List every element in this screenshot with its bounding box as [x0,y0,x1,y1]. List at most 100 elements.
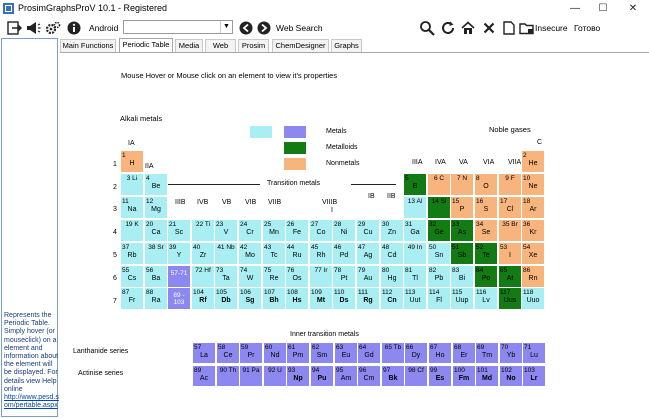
element-cell-sn[interactable]: 50 Sn [427,242,451,265]
info-icon[interactable] [66,20,82,36]
element-cell-bi[interactable]: 83 Bi [450,265,474,288]
element-cell-as[interactable]: 33 As [450,219,474,242]
element-cell-sc[interactable]: 21 Sc [167,219,191,242]
element-cell-os[interactable]: 76 Os [285,265,309,288]
element-cell-ar[interactable]: 18 Ar [521,196,545,219]
insecure-label[interactable]: Insecure [535,23,568,33]
element-cell-nb[interactable]: 41 Nb [214,242,238,265]
element-cell-zn[interactable]: 30 Zn [380,219,404,242]
element-cell-db[interactable]: 105 Db [214,287,238,310]
element-cell-pt[interactable]: 78 Pt [332,265,356,288]
refresh-icon[interactable] [440,20,456,36]
element-cell-i[interactable]: 53 I [498,242,522,265]
element-cell-fe[interactable]: 26 Fe [285,219,309,242]
element-cell-ni[interactable]: 28 Ni [332,219,356,242]
element-cell-mt[interactable]: 109 Mt [309,287,333,310]
stop-icon[interactable] [481,20,497,36]
element-cell-sg[interactable]: 106 Sg [238,287,262,310]
element-cell-al[interactable]: 13 Al [403,196,427,219]
element-cell-v[interactable]: 23 V [214,219,238,242]
element-cell-au[interactable]: 79 Au [356,265,380,288]
element-cell-er[interactable]: 68 Er [452,342,476,364]
element-cell-nd[interactable]: 60 Nd [263,342,287,364]
element-cell-ag[interactable]: 47 Ag [356,242,380,265]
tab-periodic-table[interactable]: Periodic Table [119,38,173,52]
element-cell-na[interactable]: 11 Na [120,196,144,219]
element-cell-es[interactable]: 99 Es [428,365,452,387]
element-cell-be[interactable]: 4 Be [144,173,168,196]
element-cell-lr[interactable]: 103 Lr [522,365,546,387]
element-cell-b[interactable]: 5B [403,173,427,196]
tab-web[interactable]: Web [205,39,236,52]
element-cell-cn[interactable]: 112 Cn [380,287,404,310]
element-cell-pu[interactable]: 94 Pu [310,365,334,387]
back-arrow-icon[interactable] [238,20,254,36]
search-icon[interactable] [419,20,435,36]
element-cell-cf[interactable]: 98 Cf [404,365,428,387]
element-cell-s[interactable]: 16 S [474,196,498,219]
element-cell-ne[interactable]: 10 Ne [521,173,545,196]
element-cell-mo[interactable]: 42 Mo [238,242,262,265]
sidebar-help-link[interactable]: http://www.pesd.s om/pertable.aspx [4,394,59,409]
element-cell-c[interactable]: 6 C [427,173,451,196]
web-search-label[interactable]: Web Search [276,23,323,33]
tab-chemdesigner[interactable]: ChemDesigner [272,39,329,52]
element-cell-hg[interactable]: 80 Hg [380,265,404,288]
element-cell-ac[interactable]: 89 Ac [192,365,216,387]
element-cell-uuo[interactable]: 118 Uuo [521,287,545,310]
close-window-button[interactable]: ✕ [619,0,647,18]
exit-icon[interactable] [6,20,22,36]
tab-graphs[interactable]: Graphs [331,39,362,52]
url-combo-box[interactable]: ▼ [123,20,233,34]
element-cell-cd[interactable]: 48 Cd [380,242,404,265]
document-icon[interactable] [501,20,517,36]
element-cell-89-103[interactable]: 89 - 103 [167,287,191,310]
element-cell-zr[interactable]: 40 Zr [191,242,215,265]
element-cell-gd[interactable]: 64 Gd [357,342,381,364]
element-cell-ir[interactable]: 77 Ir [309,265,333,288]
element-cell-np[interactable]: 93 Np [286,365,310,387]
element-cell-uup[interactable]: 115 Uup [450,287,474,310]
element-cell-md[interactable]: 101 Md [475,365,499,387]
element-cell-rg[interactable]: 111 Rg [356,287,380,310]
element-cell-f[interactable]: 9 F [498,173,522,196]
element-cell-li[interactable]: 3 Li [120,173,144,196]
element-cell-ga[interactable]: 31 Ga [403,219,427,242]
element-cell-ba[interactable]: 56 Ba [144,265,168,288]
element-cell-ds[interactable]: 110 Ds [332,287,356,310]
minimize-button[interactable]: — [561,0,589,18]
element-cell-tc[interactable]: 43 Tc [262,242,286,265]
element-cell-tl[interactable]: 81 Tl [403,265,427,288]
settings-gears-icon[interactable] [45,20,61,36]
element-cell-te[interactable]: 52 Te [474,242,498,265]
tab-main-functions[interactable]: Main Functions [60,39,116,52]
element-cell-po[interactable]: 84 Po [474,265,498,288]
element-cell-si[interactable]: 14 Si [427,196,451,219]
element-cell-p[interactable]: 15 P [450,196,474,219]
maximize-button[interactable]: ☐ [589,0,617,18]
element-cell-br[interactable]: 35 Br [498,219,522,242]
element-cell-rn[interactable]: 86 Rn [521,265,545,288]
forward-arrow-icon[interactable] [256,20,272,36]
element-cell-ta[interactable]: 73 Ta [214,265,238,288]
megaphone-icon[interactable] [25,20,41,36]
element-cell-ca[interactable]: 20 Ca [144,219,168,242]
element-cell-th[interactable]: 90 Th [216,365,240,387]
element-cell-sr[interactable]: 38 Sr [144,242,168,265]
element-cell-pb[interactable]: 82 Pb [427,265,451,288]
element-cell-rf[interactable]: 104 Rf [191,287,215,310]
home-icon[interactable] [460,20,476,36]
element-cell-cm[interactable]: 96 Cm [357,365,381,387]
element-cell-rb[interactable]: 37 Rb [120,242,144,265]
element-cell-cu[interactable]: 29 Cu [356,219,380,242]
element-cell-ho[interactable]: 67 Ho [428,342,452,364]
element-cell-sm[interactable]: 62 Sm [310,342,334,364]
element-cell-ru[interactable]: 44 Ru [285,242,309,265]
lock-folder-icon[interactable] [519,20,535,36]
element-cell-uut[interactable]: 113 Uut [403,287,427,310]
element-cell-fl[interactable]: 114 Fl [427,287,451,310]
element-cell-o[interactable]: 8O [474,173,498,196]
element-cell-k[interactable]: 19 K [120,219,144,242]
element-cell-ge[interactable]: 32 Ge [427,219,451,242]
element-cell-sb[interactable]: 51 Sb [450,242,474,265]
